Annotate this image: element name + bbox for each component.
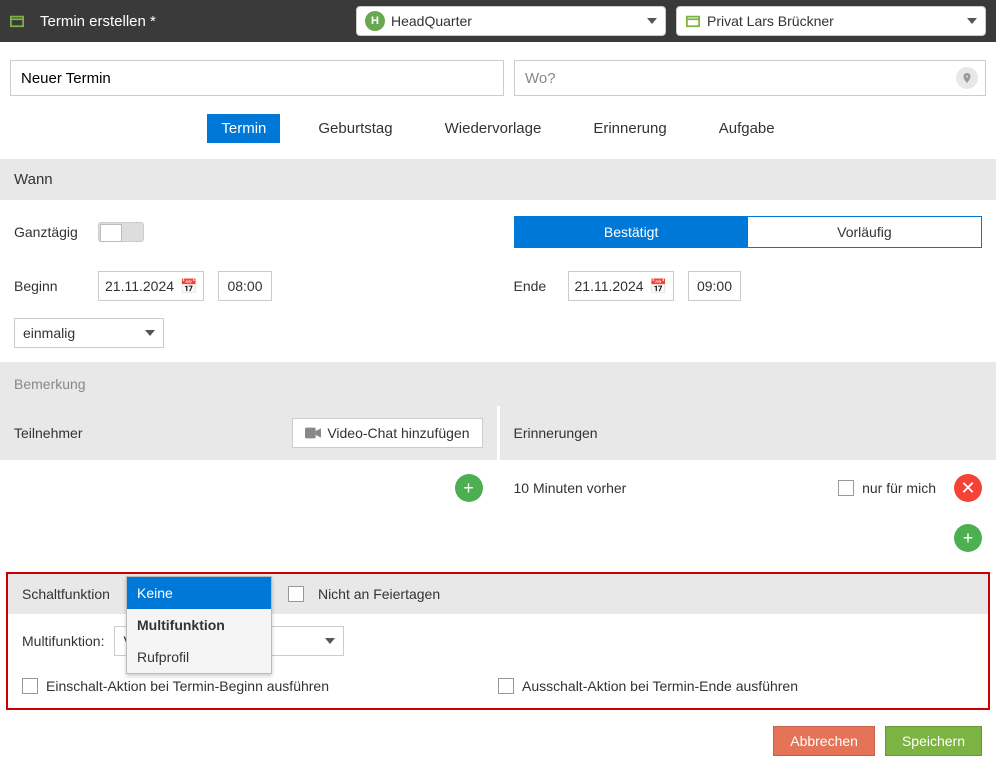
not-on-holidays-checkbox[interactable] [288, 586, 304, 602]
participants-reminders-body: + 10 Minuten vorher nur für mich ✕ [0, 460, 996, 516]
recurrence-select[interactable]: einmalig [14, 318, 164, 348]
wann-body: Ganztägig Beginn 21.11.2024 📅 08:00 Best… [0, 200, 996, 318]
begin-label: Beginn [14, 278, 84, 294]
org-dropdown[interactable]: H HeadQuarter [356, 6, 666, 36]
cancel-button[interactable]: Abbrechen [773, 726, 875, 756]
section-header-split: Teilnehmer Video-Chat hinzufügen Erinner… [0, 406, 996, 460]
allday-toggle[interactable] [98, 222, 144, 242]
only-me-label: nur für mich [862, 480, 936, 496]
reminder-row: 10 Minuten vorher nur für mich ✕ [514, 474, 983, 502]
section-header-wann: Wann [0, 159, 996, 200]
event-title-input[interactable] [10, 60, 504, 96]
section-header-schaltfunktion: Schaltfunktion [22, 586, 110, 602]
recurrence-value: einmalig [23, 325, 75, 341]
add-video-chat-label: Video-Chat hinzufügen [327, 425, 469, 441]
chevron-down-icon [145, 330, 155, 336]
add-participant-button[interactable]: + [455, 474, 483, 502]
off-action-checkbox[interactable] [498, 678, 514, 694]
window-title: Termin erstellen * [40, 13, 156, 30]
begin-time-input[interactable]: 08:00 [218, 271, 271, 301]
status-tentative-button[interactable]: Vorläufig [748, 217, 981, 247]
location-pin-icon[interactable] [956, 67, 978, 89]
option-keine[interactable]: Keine [127, 577, 271, 609]
remove-reminder-button[interactable]: ✕ [954, 474, 982, 502]
title-row [0, 42, 996, 114]
calendar-picker-icon[interactable]: 📅 [180, 278, 197, 295]
reminder-text: 10 Minuten vorher [514, 480, 839, 496]
schaltfunktion-type-dropdown: Keine Multifunktion Rufprofil [126, 576, 272, 674]
section-header-teilnehmer: Teilnehmer [14, 425, 82, 441]
begin-time-value: 08:00 [227, 278, 262, 294]
recurrence-row: einmalig [0, 318, 996, 362]
chevron-down-icon [647, 18, 657, 24]
begin-date-value: 21.11.2024 [105, 278, 174, 294]
option-rufprofil[interactable]: Rufprofil [127, 641, 271, 673]
tab-termin[interactable]: Termin [207, 114, 280, 143]
end-date-input[interactable]: 21.11.2024 📅 [568, 271, 674, 301]
on-action-label: Einschalt-Aktion bei Termin-Beginn ausfü… [46, 678, 329, 694]
tab-wiedervorlage[interactable]: Wiedervorlage [431, 114, 556, 143]
status-confirmed-button[interactable]: Bestätigt [515, 217, 748, 247]
not-on-holidays-label: Nicht an Feiertagen [318, 586, 440, 602]
save-button[interactable]: Speichern [885, 726, 982, 756]
end-time-input[interactable]: 09:00 [688, 271, 741, 301]
chevron-down-icon [967, 18, 977, 24]
org-dropdown-label: HeadQuarter [391, 13, 639, 29]
calendar-small-icon [685, 14, 701, 28]
calendar-dropdown-label: Privat Lars Brückner [707, 13, 959, 29]
remark-input[interactable]: Bemerkung [0, 362, 996, 406]
tab-erinnerung[interactable]: Erinnerung [579, 114, 680, 143]
status-segmented: Bestätigt Vorläufig [514, 216, 983, 248]
only-me-checkbox[interactable] [838, 480, 854, 496]
calendar-dropdown[interactable]: Privat Lars Brückner [676, 6, 986, 36]
location-input[interactable] [514, 60, 986, 96]
add-reminder-row: + [0, 516, 996, 566]
end-date-value: 21.11.2024 [575, 278, 644, 294]
begin-date-input[interactable]: 21.11.2024 📅 [98, 271, 204, 301]
section-header-erinnerungen: Erinnerungen [514, 425, 598, 441]
video-icon [305, 427, 321, 439]
multifunktion-label: Multifunktion: [22, 633, 104, 649]
chevron-down-icon [325, 638, 335, 644]
add-video-chat-button[interactable]: Video-Chat hinzufügen [292, 418, 482, 448]
tab-aufgabe[interactable]: Aufgabe [705, 114, 789, 143]
end-label: Ende [514, 278, 554, 294]
footer: Abbrechen Speichern [0, 716, 996, 766]
tab-geburtstag[interactable]: Geburtstag [304, 114, 406, 143]
event-type-tabs: Termin Geburtstag Wiedervorlage Erinneru… [0, 114, 996, 159]
window-header: Termin erstellen * H HeadQuarter Privat … [0, 0, 996, 42]
allday-label: Ganztägig [14, 224, 84, 240]
org-badge: H [365, 11, 385, 31]
on-action-checkbox[interactable] [22, 678, 38, 694]
add-reminder-button[interactable]: + [954, 524, 982, 552]
off-action-label: Ausschalt-Aktion bei Termin-Ende ausführ… [522, 678, 798, 694]
calendar-picker-icon[interactable]: 📅 [650, 278, 667, 295]
option-multifunktion[interactable]: Multifunktion [127, 609, 271, 641]
calendar-icon [10, 14, 24, 28]
end-time-value: 09:00 [697, 278, 732, 294]
